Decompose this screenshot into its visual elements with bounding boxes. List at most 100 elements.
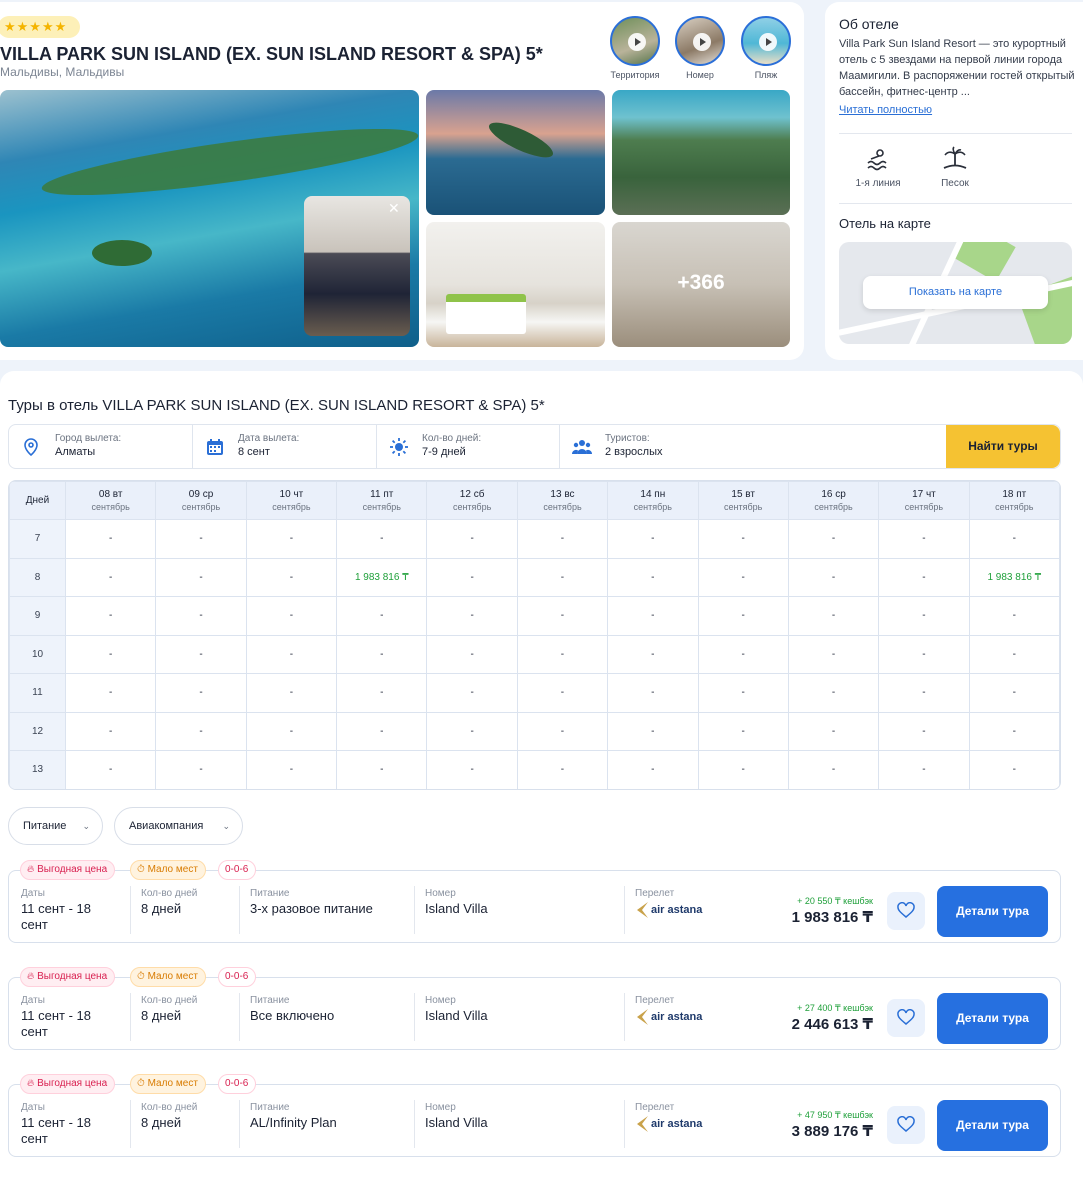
calendar-empty-cell: - [968,711,1060,751]
days-label: Кол-во дней [141,888,198,899]
calendar-empty-cell: - [697,519,789,559]
calendar-empty-cell: - [426,711,518,751]
cashback-text: + 47 950 ₸ кешбэк [797,1110,873,1120]
calendar-nights-cell: 9 [9,596,66,636]
divider [624,886,625,934]
read-more-link[interactable]: Читать полностью [839,104,932,116]
calendar-row: 8---1 983 816 ₸ - - - - - -1 983 816 ₸ [9,557,1060,597]
calendar-empty-cell: - [64,750,157,789]
days-label: Кол-во дней [141,1102,198,1113]
show-on-map-button[interactable]: Показать на карте [863,276,1048,309]
hotel-location: Мальдивы, Мальдивы [0,65,125,79]
tourists-value: 2 взрослых [605,446,663,458]
calendar-empty-cell: - [516,596,609,636]
airline-name: air astana [651,904,703,916]
calendar-date-header: 08 вт сентябрь [64,481,157,520]
mini-video-player[interactable] [304,196,410,336]
calendar-month: сентябрь [181,501,221,512]
more-photos-count[interactable]: +366 [612,271,790,295]
calendar-empty-cell: - [426,557,518,597]
video-beach-label: Пляж [754,70,778,80]
calendar-month: сентябрь [362,501,401,512]
calendar-empty-cell: - [245,634,338,674]
calendar-day: 11 пт [370,488,394,500]
price-calendar: Дней 08 вт сентябрь 09 ср сентябрь 10 чт сент… [8,480,1061,790]
calendar-date-header: 14 пн сентябрь [607,481,699,520]
calendar-empty-cell: - [787,557,880,597]
chevron-down-icon: ⌄ [222,821,230,831]
play-icon [693,33,711,51]
air-astana-logo-icon [634,1115,650,1136]
calendar-row: 11- - - - - - - - - - - [9,673,1060,713]
meal-filter-dropdown[interactable]: Питание ⌄ [8,807,103,845]
find-tours-button[interactable]: Найти туры [946,425,1060,468]
close-icon[interactable]: ✕ [388,200,400,217]
badge-best-price-label: Выгодная цена [37,864,108,875]
beach-wave-icon [865,146,891,172]
calendar-date-header: 11 пт сентябрь [336,481,428,520]
dates-label: Даты [21,995,45,1006]
calendar-empty-cell: - [336,711,428,751]
calendar-nights-cell: 12 [9,711,66,751]
favorite-heart-icon[interactable] [887,1106,925,1144]
tour-details-button[interactable]: Детали тура [937,993,1048,1044]
calendar-price-cell[interactable]: 1 983 816 ₸ [336,557,428,597]
tour-price: 2 446 613 ₸ [791,1016,873,1033]
calendar-row: 9----------- [9,596,1060,636]
video-beach-thumb[interactable] [741,16,791,66]
room-value: Island Villa [425,1008,488,1023]
tour-details-button[interactable]: Детали тура [937,1100,1048,1151]
room-label: Номер [425,995,456,1006]
photo-island-sunset[interactable] [426,90,605,215]
badge-few-seats: ⏱︎ Мало мест [130,860,206,880]
video-room-thumb[interactable] [675,16,725,66]
calendar-icon [204,436,226,458]
calendar-empty-cell: - [64,519,157,559]
calendar-empty-cell: - [155,673,247,713]
photo-resort-aerial[interactable] [612,90,790,215]
calendar-empty-cell: - [968,519,1060,559]
video-territory-thumb[interactable] [610,16,660,66]
calendar-empty-cell: - [64,557,157,597]
calendar-corner-label: Дней [9,481,66,520]
calendar-empty-cell: - [245,750,338,789]
favorite-heart-icon[interactable] [887,999,925,1037]
calendar-price-cell[interactable]: 1 983 816 ₸ [968,557,1060,597]
photo-bedroom[interactable] [426,222,605,347]
calendar-empty-cell: - [968,750,1060,789]
calendar-empty-cell: - [607,711,699,751]
calendar-empty-cell: - [607,519,699,559]
calendar-empty-cell: - [697,711,789,751]
calendar-empty-cell: - [426,519,518,559]
favorite-heart-icon[interactable] [887,892,925,930]
calendar-date-header: 13 вс сентябрь [516,481,609,520]
city-value: Алматы [55,446,96,458]
cashback-text: + 27 400 ₸ кешбэк [797,1003,873,1013]
calendar-nights-cell: 11 [9,673,66,713]
calendar-empty-cell: - [607,557,699,597]
tour-details-button[interactable]: Детали тура [937,886,1048,937]
calendar-empty-cell: - [64,673,157,713]
airline-name: air astana [651,1118,703,1130]
calendar-empty-cell: - [878,750,970,789]
airline-filter-dropdown[interactable]: Авиакомпания ⌄ [114,807,243,845]
badge-best-price-label: Выгодная цена [37,971,108,982]
calendar-date-header: 12 сб сентябрь [426,481,518,520]
calendar-empty-cell: - [155,634,247,674]
calendar-empty-cell: - [245,673,338,713]
divider [414,993,415,1041]
meal-label: Питание [250,995,290,1006]
calendar-empty-cell: - [607,596,699,636]
hotel-title: VILLA PARK SUN ISLAND (EX. SUN ISLAND RE… [0,44,543,64]
badge-best-price: 🔥︎ Выгодная цена [20,1074,116,1094]
divider [839,133,1072,134]
calendar-empty-cell: - [878,673,970,713]
calendar-empty-cell: - [426,673,518,713]
calendar-empty-cell: - [787,596,880,636]
badge-best-price: 🔥︎ Выгодная цена [20,967,116,987]
timer-icon: ⏱︎ [137,971,145,982]
play-icon [628,33,646,51]
divider [839,203,1072,204]
calendar-month: сентябрь [904,501,944,512]
calendar-date-header: 10 чт сентябрь [245,481,338,520]
